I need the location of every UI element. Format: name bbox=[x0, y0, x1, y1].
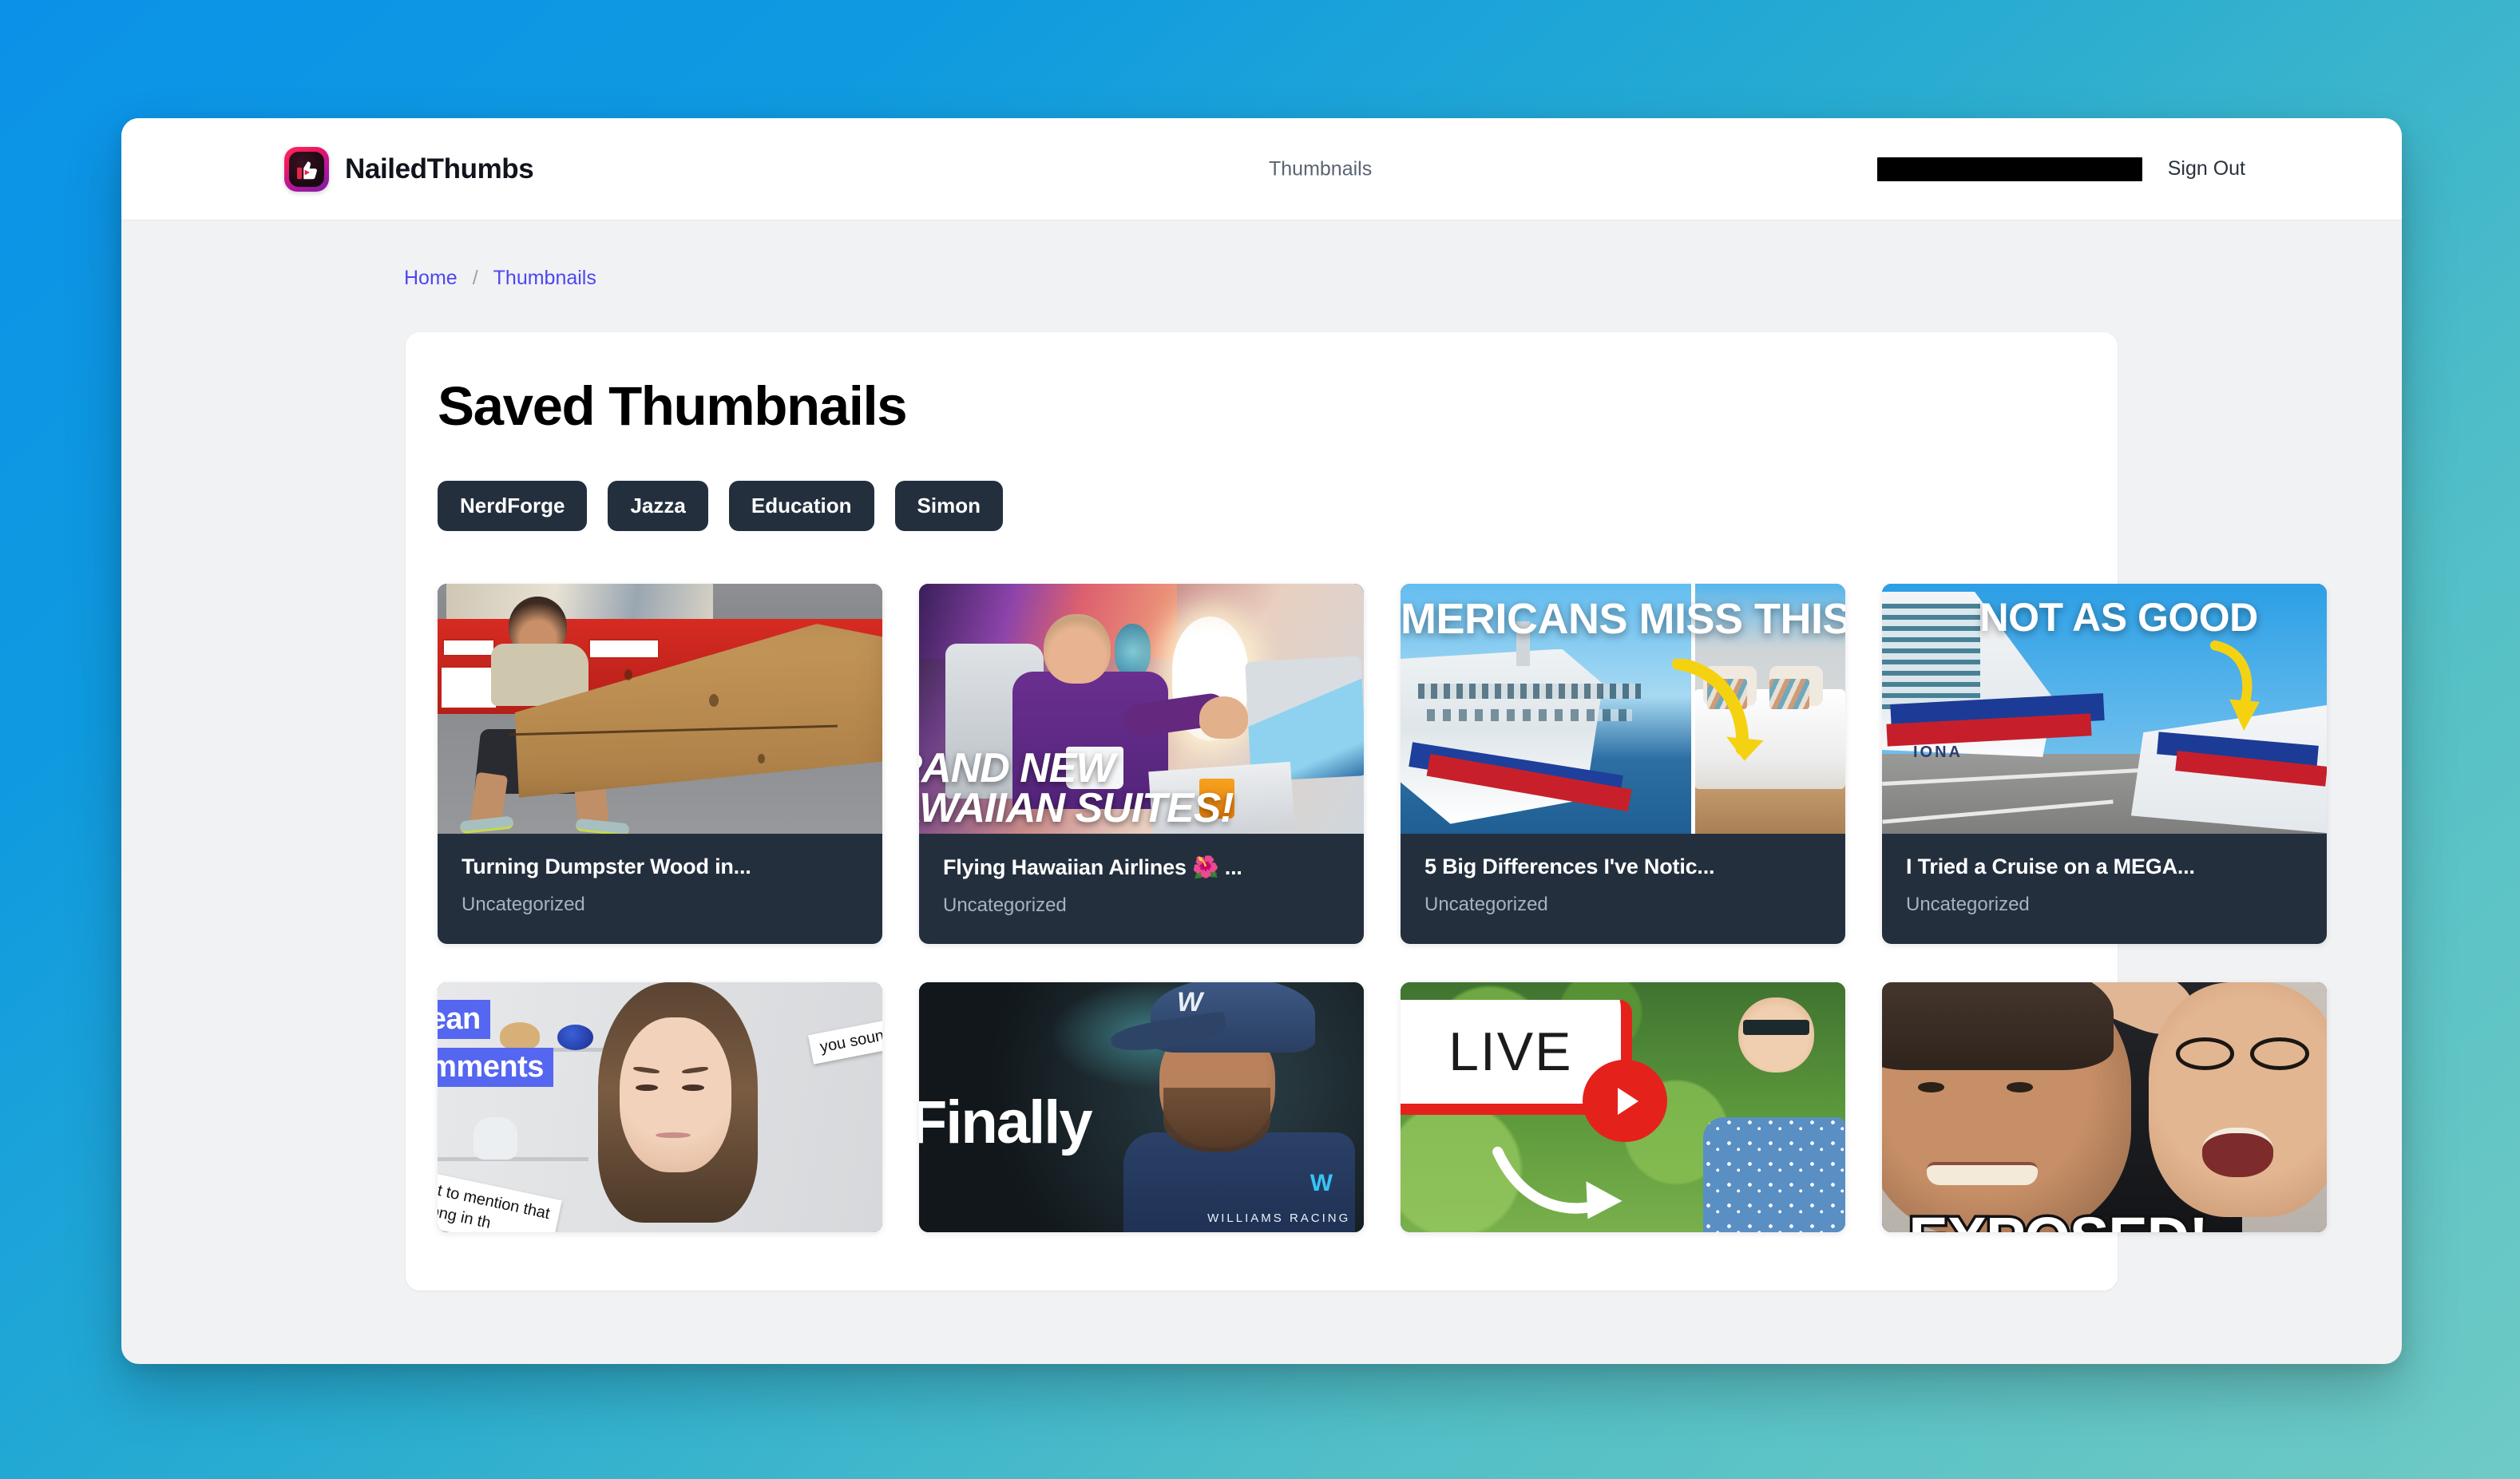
thumbnail-image-exposed: EXPOSED! bbox=[1882, 982, 2327, 1233]
thumbnail-image-cruise-differences: MERICANS MISS THIS bbox=[1401, 584, 1845, 835]
user-email-redacted bbox=[1876, 157, 2142, 181]
thumbnail-overlay-text: Finally bbox=[919, 1088, 1093, 1156]
browser-window: NailedThumbs Thumbnails Sign Out Home / … bbox=[121, 118, 2402, 1364]
card-title: I Tried a Cruise on a MEGA... bbox=[1906, 854, 2195, 879]
breadcrumb: Home / Thumbnails bbox=[404, 220, 2118, 290]
sign-out-button[interactable]: Sign Out bbox=[2168, 157, 2245, 180]
thumbnail-overlay-text: NOT AS GOOD bbox=[1979, 594, 2259, 640]
thumbnail-card[interactable]: Turning Dumpster Wood in... Uncategorize… bbox=[438, 584, 882, 945]
filter-chip-simon[interactable]: Simon bbox=[894, 481, 1003, 532]
thumbnail-grid: Turning Dumpster Wood in... Uncategorize… bbox=[438, 584, 2327, 1233]
card-body: Turning Dumpster Wood in... Uncategorize… bbox=[438, 834, 882, 943]
brand-name: NailedThumbs bbox=[345, 153, 534, 184]
thumbnail-overlay-text: RAND NEW AWAIIAN SUITES! bbox=[919, 745, 1234, 831]
app-header: NailedThumbs Thumbnails Sign Out bbox=[121, 118, 2402, 220]
thumbnail-card[interactable]: IONA NOT AS GOOD I Tried a Cruise on a M… bbox=[1882, 584, 2327, 945]
thumbnail-overlay-text: MERICANS MISS THIS bbox=[1401, 594, 1845, 643]
ship-name-label: IONA bbox=[1912, 743, 1963, 762]
thumbnail-card[interactable]: W W WILLIAMS RACING Finally bbox=[919, 982, 1364, 1233]
thumbnail-image-finally-f1: W W WILLIAMS RACING Finally bbox=[919, 982, 1364, 1233]
card-category: Uncategorized bbox=[1424, 894, 1548, 916]
breadcrumb-thumbnails[interactable]: Thumbnails bbox=[493, 267, 596, 290]
thumbnail-image-hawaiian-suites: RAND NEW AWAIIAN SUITES! bbox=[919, 584, 1364, 835]
filter-chip-group: NerdForge Jazza Education Simon bbox=[438, 481, 2086, 532]
thumbnail-card[interactable]: LIVE bbox=[1401, 982, 1845, 1233]
card-body: 5 Big Differences I've Notic... Uncatego… bbox=[1401, 834, 1845, 943]
thumbnail-image-mega-cruise: IONA NOT AS GOOD bbox=[1882, 584, 2327, 835]
thumbnails-panel: Saved Thumbnails NerdForge Jazza Educati… bbox=[406, 332, 2327, 1291]
thumbnail-image-mean-comments: ean omments you sound like a orgot to me… bbox=[438, 982, 882, 1233]
card-category: Uncategorized bbox=[1906, 894, 2030, 916]
card-title: Turning Dumpster Wood in... bbox=[462, 854, 751, 879]
card-body: Flying Hawaiian Airlines 🌺 ... Uncategor… bbox=[919, 834, 1364, 944]
williams-brand-text: WILLIAMS RACING bbox=[1207, 1211, 1351, 1225]
thumbnail-card[interactable]: EXPOSED! bbox=[1882, 982, 2327, 1233]
white-arrow-icon bbox=[1492, 1146, 1623, 1219]
yellow-arrow-icon bbox=[1671, 659, 1764, 761]
thumbnail-overlay-text: EXPOSED! bbox=[1906, 1203, 2211, 1232]
page-title: Saved Thumbnails bbox=[438, 375, 908, 437]
filter-chip-jazza[interactable]: Jazza bbox=[608, 481, 708, 532]
thumbnail-overlay-text: ean bbox=[438, 1000, 490, 1040]
thumbnail-card[interactable]: ean omments you sound like a orgot to me… bbox=[438, 982, 882, 1233]
header-right-group: Sign Out bbox=[1876, 157, 2245, 181]
yellow-arrow-icon bbox=[2209, 640, 2260, 732]
filter-chip-education[interactable]: Education bbox=[728, 481, 874, 532]
card-title: Flying Hawaiian Airlines 🌺 ... bbox=[943, 855, 1242, 880]
thumbs-up-play-logo-icon bbox=[284, 146, 329, 192]
breadcrumb-home[interactable]: Home bbox=[404, 267, 458, 290]
thumbnail-image-live: LIVE bbox=[1401, 982, 1845, 1233]
williams-logo-icon: W bbox=[1310, 1170, 1333, 1197]
thumbnail-overlay-text: LIVE bbox=[1448, 1021, 1573, 1083]
cap-letter: W bbox=[1177, 987, 1203, 1018]
card-category: Uncategorized bbox=[462, 894, 585, 916]
play-button-icon bbox=[1583, 1060, 1668, 1143]
thumbnail-card[interactable]: MERICANS MISS THIS 5 Big Differences I'v… bbox=[1401, 584, 1845, 945]
thumbnail-card[interactable]: RAND NEW AWAIIAN SUITES! Flying Hawaiian… bbox=[919, 584, 1364, 945]
filter-chip-nerdforge[interactable]: NerdForge bbox=[438, 481, 588, 532]
card-title: 5 Big Differences I've Notic... bbox=[1424, 854, 1715, 879]
brand-logo[interactable]: NailedThumbs bbox=[284, 146, 534, 192]
page-content: Home / Thumbnails Saved Thumbnails NerdF… bbox=[121, 220, 2402, 1291]
nav-thumbnails-link[interactable]: Thumbnails bbox=[1269, 157, 1372, 180]
breadcrumb-separator: / bbox=[472, 267, 478, 289]
thumbnail-image-dumpster-wood bbox=[438, 584, 882, 835]
thumbnail-overlay-text-2: omments bbox=[438, 1047, 553, 1087]
card-body: I Tried a Cruise on a MEGA... Uncategori… bbox=[1882, 834, 2327, 943]
card-category: Uncategorized bbox=[943, 894, 1067, 917]
